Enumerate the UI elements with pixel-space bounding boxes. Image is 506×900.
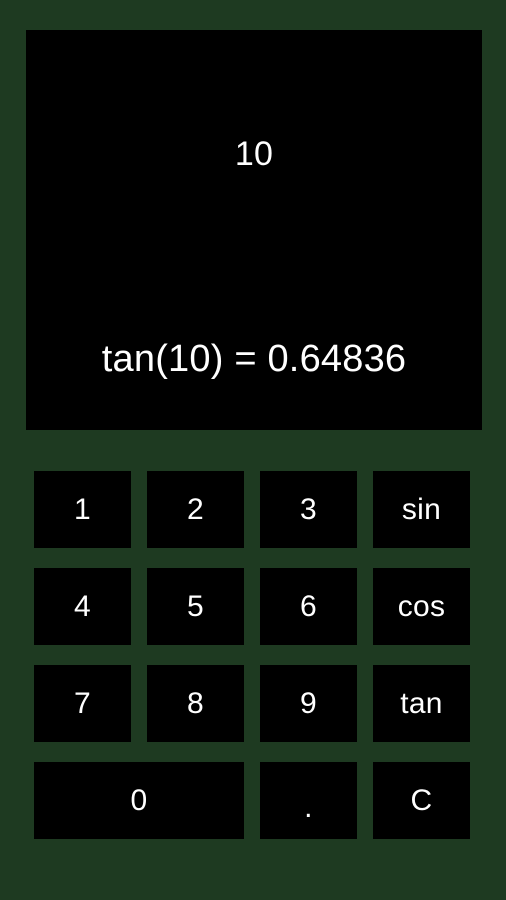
key-nine[interactable]: 9	[260, 665, 357, 742]
key-one[interactable]: 1	[34, 471, 131, 548]
key-four[interactable]: 4	[34, 568, 131, 645]
key-eight[interactable]: 8	[147, 665, 244, 742]
key-decimal[interactable]: .	[260, 762, 357, 839]
key-five[interactable]: 5	[147, 568, 244, 645]
key-six[interactable]: 6	[260, 568, 357, 645]
key-two[interactable]: 2	[147, 471, 244, 548]
key-sin[interactable]: sin	[373, 471, 470, 548]
key-three[interactable]: 3	[260, 471, 357, 548]
display-expression: 10	[234, 135, 274, 173]
key-cos[interactable]: cos	[373, 568, 470, 645]
calculator-display: 10 tan(10) = 0.64836	[26, 30, 482, 430]
key-clear[interactable]: C	[373, 762, 470, 839]
key-seven[interactable]: 7	[34, 665, 131, 742]
key-zero[interactable]: 0	[34, 762, 244, 839]
key-tan[interactable]: tan	[373, 665, 470, 742]
calculator-keypad: 1 2 3 sin 4 5 6 cos 7 8 9 tan 0. C	[34, 471, 471, 839]
calculator-app: 10 tan(10) = 0.64836 1 2 3 sin 4 5 6 cos 7 8 9 tan 0…	[0, 0, 506, 900]
display-result: tan(10) = 0.64836	[101, 338, 407, 380]
